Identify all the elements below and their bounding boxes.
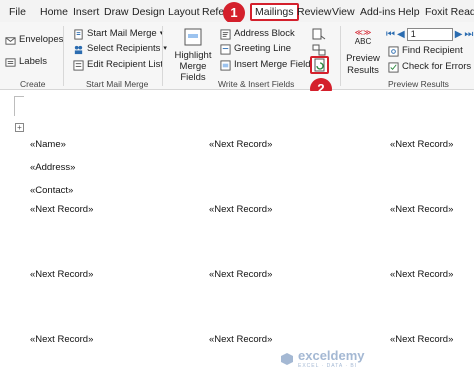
- tab-mailings[interactable]: Mailings: [250, 3, 299, 21]
- merge-field-next-record[interactable]: «Next Record»: [209, 269, 272, 280]
- tab-design[interactable]: Design: [132, 4, 165, 20]
- merge-field-contact[interactable]: «Contact»: [30, 185, 73, 196]
- watermark-tagline: EXCEL · DATA · BI: [298, 363, 358, 369]
- merge-field-next-record[interactable]: «Next Record»: [390, 334, 453, 345]
- group-label-write-insert: Write & Insert Fields: [218, 79, 295, 89]
- group-label-preview-results: Preview Results: [388, 79, 449, 89]
- highlight-icon: [184, 28, 202, 46]
- merge-field-address[interactable]: «Address»: [30, 162, 75, 173]
- tab-file[interactable]: File: [9, 4, 26, 20]
- insert-field-icon: [220, 59, 231, 71]
- check-for-errors-button[interactable]: Check for Errors: [388, 60, 471, 74]
- chevron-down-icon: ▾: [163, 45, 167, 52]
- abc-label: ABC: [354, 37, 372, 46]
- group-label-create: Create: [20, 79, 46, 89]
- margin-marker: [14, 96, 15, 116]
- margin-marker: [14, 96, 24, 97]
- start-mail-merge-button[interactable]: Start Mail Merge ▾: [73, 27, 163, 41]
- tab-draw[interactable]: Draw: [104, 4, 129, 20]
- tab-view[interactable]: View: [332, 4, 355, 20]
- record-number-input[interactable]: 1: [406, 28, 453, 41]
- edit-recipient-list-button[interactable]: Edit Recipient List: [73, 58, 163, 72]
- greeting-line-label: Greeting Line: [234, 43, 292, 54]
- step-callout-1: 1: [223, 2, 245, 24]
- merge-field-next-record[interactable]: «Next Record»: [30, 204, 93, 215]
- merge-field-next-record[interactable]: «Next Record»: [390, 269, 453, 280]
- edit-recipient-list-label: Edit Recipient List: [87, 59, 164, 70]
- insert-merge-field-label: Insert Merge Field: [234, 59, 311, 70]
- preview-line2: Results: [347, 65, 379, 76]
- next-record-icon[interactable]: ▶: [455, 29, 463, 40]
- insert-merge-field-button[interactable]: Insert Merge Field ▾: [220, 58, 321, 72]
- select-recipients-label: Select Recipients: [87, 43, 161, 54]
- document-merge-icon: [74, 28, 83, 40]
- address-block-label: Address Block: [234, 28, 295, 39]
- find-recipient-icon: [388, 45, 399, 57]
- select-recipients-button[interactable]: Select Recipients ▾: [73, 42, 167, 56]
- watermark: exceldemy EXCEL · DATA · BI: [280, 348, 365, 369]
- envelopes-button[interactable]: Envelopes: [5, 33, 63, 47]
- match-fields-icon[interactable]: [312, 44, 326, 56]
- envelope-icon: [5, 36, 16, 45]
- tab-references[interactable]: Refe: [202, 4, 224, 20]
- start-mail-merge-label: Start Mail Merge: [87, 28, 157, 39]
- preview-arrows-icon: ≪≫: [354, 28, 372, 37]
- previous-record-icon[interactable]: ◀: [397, 29, 405, 40]
- labels-icon: [5, 57, 16, 67]
- labels-label: Labels: [19, 56, 47, 67]
- merge-field-name[interactable]: «Name»: [30, 139, 66, 150]
- tab-foxit-reader[interactable]: Foxit Reade: [425, 4, 474, 20]
- highlight-line1: Highlight: [174, 50, 212, 61]
- labels-button[interactable]: Labels: [5, 55, 47, 69]
- update-labels-button[interactable]: [310, 56, 329, 74]
- separator: [162, 26, 163, 86]
- address-block-icon: [220, 28, 231, 40]
- merge-field-next-record[interactable]: «Next Record»: [209, 204, 272, 215]
- check-errors-icon: [388, 61, 399, 73]
- tab-review[interactable]: Review: [297, 4, 331, 20]
- last-record-icon[interactable]: ⏭: [464, 29, 473, 40]
- merge-field-next-record[interactable]: «Next Record»: [209, 334, 272, 345]
- greeting-line-button[interactable]: Greeting Line: [220, 42, 291, 56]
- tab-add-ins[interactable]: Add-ins: [360, 4, 396, 20]
- envelopes-label: Envelopes: [19, 34, 64, 45]
- merge-field-next-record[interactable]: «Next Record»: [209, 139, 272, 150]
- preview-results-button[interactable]: ≪≫ ABC Preview Results: [344, 28, 382, 77]
- merge-field-next-record[interactable]: «Next Record»: [390, 139, 453, 150]
- group-label-start-mail-merge: Start Mail Merge: [86, 79, 149, 89]
- exceldemy-logo-icon: [281, 352, 293, 365]
- find-recipient-button[interactable]: Find Recipient: [388, 44, 463, 58]
- first-record-icon[interactable]: ⏮: [386, 29, 395, 40]
- table-move-handle[interactable]: +: [15, 123, 24, 132]
- find-recipient-label: Find Recipient: [402, 45, 463, 56]
- update-labels-icon: [314, 58, 325, 72]
- merge-field-next-record[interactable]: «Next Record»: [390, 204, 453, 215]
- tab-layout[interactable]: Layout: [168, 4, 200, 20]
- separator: [63, 26, 64, 86]
- tab-insert[interactable]: Insert: [73, 4, 99, 20]
- edit-list-icon: [73, 59, 84, 71]
- watermark-brand: exceldemy: [298, 348, 365, 363]
- rules-icon[interactable]: [312, 28, 326, 41]
- highlight-line2: Merge Fields: [179, 61, 207, 83]
- address-block-button[interactable]: Address Block: [220, 27, 295, 41]
- check-for-errors-label: Check for Errors: [402, 61, 472, 72]
- tab-home[interactable]: Home: [40, 4, 68, 20]
- record-navigation: ⏮ ◀ 1 ▶ ⏭: [386, 28, 473, 41]
- separator: [340, 26, 341, 86]
- recipients-icon: [74, 45, 83, 54]
- merge-field-next-record[interactable]: «Next Record»: [30, 269, 93, 280]
- greeting-line-icon: [220, 43, 231, 55]
- tab-help[interactable]: Help: [398, 4, 420, 20]
- preview-line1: Preview: [346, 53, 380, 64]
- merge-field-next-record[interactable]: «Next Record»: [30, 334, 93, 345]
- highlight-merge-fields-button[interactable]: Highlight Merge Fields: [170, 26, 216, 83]
